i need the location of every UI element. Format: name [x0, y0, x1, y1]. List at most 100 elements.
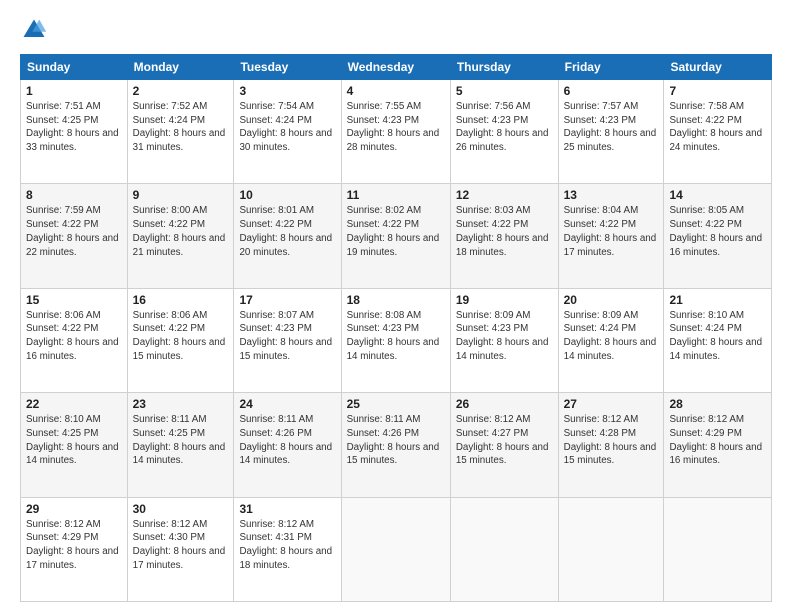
day-number: 19: [456, 293, 553, 307]
calendar-day-cell: 4 Sunrise: 7:55 AMSunset: 4:23 PMDayligh…: [341, 80, 450, 184]
calendar-day-cell: 16 Sunrise: 8:06 AMSunset: 4:22 PMDaylig…: [127, 288, 234, 392]
day-number: 15: [26, 293, 122, 307]
calendar-day-cell: 27 Sunrise: 8:12 AMSunset: 4:28 PMDaylig…: [558, 393, 664, 497]
calendar-day-cell: 6 Sunrise: 7:57 AMSunset: 4:23 PMDayligh…: [558, 80, 664, 184]
day-info: Sunrise: 8:03 AMSunset: 4:22 PMDaylight:…: [456, 205, 549, 257]
calendar-day-header: Wednesday: [341, 55, 450, 80]
calendar-day-cell: 20 Sunrise: 8:09 AMSunset: 4:24 PMDaylig…: [558, 288, 664, 392]
day-number: 10: [239, 188, 335, 202]
day-info: Sunrise: 8:12 AMSunset: 4:30 PMDaylight:…: [133, 519, 226, 571]
day-number: 2: [133, 84, 229, 98]
day-number: 25: [347, 397, 445, 411]
calendar-week-row: 1 Sunrise: 7:51 AMSunset: 4:25 PMDayligh…: [21, 80, 772, 184]
day-info: Sunrise: 7:57 AMSunset: 4:23 PMDaylight:…: [564, 101, 657, 153]
day-info: Sunrise: 7:54 AMSunset: 4:24 PMDaylight:…: [239, 101, 332, 153]
day-info: Sunrise: 7:52 AMSunset: 4:24 PMDaylight:…: [133, 101, 226, 153]
day-number: 29: [26, 502, 122, 516]
day-number: 26: [456, 397, 553, 411]
day-info: Sunrise: 8:12 AMSunset: 4:29 PMDaylight:…: [669, 414, 762, 466]
day-info: Sunrise: 7:59 AMSunset: 4:22 PMDaylight:…: [26, 205, 119, 257]
calendar-day-header: Monday: [127, 55, 234, 80]
day-info: Sunrise: 8:02 AMSunset: 4:22 PMDaylight:…: [347, 205, 440, 257]
calendar-day-cell: 19 Sunrise: 8:09 AMSunset: 4:23 PMDaylig…: [450, 288, 558, 392]
day-info: Sunrise: 8:06 AMSunset: 4:22 PMDaylight:…: [26, 310, 119, 362]
day-info: Sunrise: 8:06 AMSunset: 4:22 PMDaylight:…: [133, 310, 226, 362]
day-info: Sunrise: 8:11 AMSunset: 4:26 PMDaylight:…: [239, 414, 332, 466]
day-info: Sunrise: 8:09 AMSunset: 4:24 PMDaylight:…: [564, 310, 657, 362]
calendar-day-header: Saturday: [664, 55, 772, 80]
header: [20, 16, 772, 44]
day-number: 1: [26, 84, 122, 98]
calendar-day-cell: 23 Sunrise: 8:11 AMSunset: 4:25 PMDaylig…: [127, 393, 234, 497]
day-number: 4: [347, 84, 445, 98]
calendar-day-cell: 29 Sunrise: 8:12 AMSunset: 4:29 PMDaylig…: [21, 497, 128, 601]
day-number: 5: [456, 84, 553, 98]
day-number: 3: [239, 84, 335, 98]
day-number: 17: [239, 293, 335, 307]
day-number: 22: [26, 397, 122, 411]
calendar-week-row: 8 Sunrise: 7:59 AMSunset: 4:22 PMDayligh…: [21, 184, 772, 288]
day-number: 14: [669, 188, 766, 202]
calendar-day-cell: 15 Sunrise: 8:06 AMSunset: 4:22 PMDaylig…: [21, 288, 128, 392]
calendar-day-cell: 18 Sunrise: 8:08 AMSunset: 4:23 PMDaylig…: [341, 288, 450, 392]
day-number: 20: [564, 293, 659, 307]
calendar-day-cell: 3 Sunrise: 7:54 AMSunset: 4:24 PMDayligh…: [234, 80, 341, 184]
calendar-day-cell: 11 Sunrise: 8:02 AMSunset: 4:22 PMDaylig…: [341, 184, 450, 288]
calendar-day-cell: 31 Sunrise: 8:12 AMSunset: 4:31 PMDaylig…: [234, 497, 341, 601]
calendar-day-cell: [341, 497, 450, 601]
day-number: 24: [239, 397, 335, 411]
calendar-day-cell: 9 Sunrise: 8:00 AMSunset: 4:22 PMDayligh…: [127, 184, 234, 288]
calendar-day-cell: 21 Sunrise: 8:10 AMSunset: 4:24 PMDaylig…: [664, 288, 772, 392]
day-info: Sunrise: 8:04 AMSunset: 4:22 PMDaylight:…: [564, 205, 657, 257]
calendar-week-row: 15 Sunrise: 8:06 AMSunset: 4:22 PMDaylig…: [21, 288, 772, 392]
day-info: Sunrise: 8:07 AMSunset: 4:23 PMDaylight:…: [239, 310, 332, 362]
calendar-day-cell: 25 Sunrise: 8:11 AMSunset: 4:26 PMDaylig…: [341, 393, 450, 497]
day-info: Sunrise: 8:12 AMSunset: 4:29 PMDaylight:…: [26, 519, 119, 571]
day-number: 8: [26, 188, 122, 202]
calendar-day-cell: 10 Sunrise: 8:01 AMSunset: 4:22 PMDaylig…: [234, 184, 341, 288]
day-info: Sunrise: 8:00 AMSunset: 4:22 PMDaylight:…: [133, 205, 226, 257]
calendar-week-row: 29 Sunrise: 8:12 AMSunset: 4:29 PMDaylig…: [21, 497, 772, 601]
logo: [20, 16, 52, 44]
day-info: Sunrise: 8:10 AMSunset: 4:25 PMDaylight:…: [26, 414, 119, 466]
calendar-day-header: Sunday: [21, 55, 128, 80]
calendar-day-cell: 17 Sunrise: 8:07 AMSunset: 4:23 PMDaylig…: [234, 288, 341, 392]
day-number: 28: [669, 397, 766, 411]
calendar-day-cell: 1 Sunrise: 7:51 AMSunset: 4:25 PMDayligh…: [21, 80, 128, 184]
day-number: 16: [133, 293, 229, 307]
calendar-day-cell: 24 Sunrise: 8:11 AMSunset: 4:26 PMDaylig…: [234, 393, 341, 497]
day-number: 30: [133, 502, 229, 516]
logo-icon: [20, 16, 48, 44]
calendar-day-cell: 14 Sunrise: 8:05 AMSunset: 4:22 PMDaylig…: [664, 184, 772, 288]
calendar-header-row: SundayMondayTuesdayWednesdayThursdayFrid…: [21, 55, 772, 80]
calendar-day-header: Thursday: [450, 55, 558, 80]
calendar-table: SundayMondayTuesdayWednesdayThursdayFrid…: [20, 54, 772, 602]
day-info: Sunrise: 7:56 AMSunset: 4:23 PMDaylight:…: [456, 101, 549, 153]
calendar-day-cell: [664, 497, 772, 601]
day-number: 12: [456, 188, 553, 202]
day-info: Sunrise: 8:08 AMSunset: 4:23 PMDaylight:…: [347, 310, 440, 362]
day-number: 9: [133, 188, 229, 202]
day-info: Sunrise: 8:10 AMSunset: 4:24 PMDaylight:…: [669, 310, 762, 362]
day-number: 31: [239, 502, 335, 516]
day-number: 18: [347, 293, 445, 307]
day-info: Sunrise: 8:01 AMSunset: 4:22 PMDaylight:…: [239, 205, 332, 257]
calendar-day-header: Tuesday: [234, 55, 341, 80]
day-info: Sunrise: 8:12 AMSunset: 4:28 PMDaylight:…: [564, 414, 657, 466]
day-info: Sunrise: 7:51 AMSunset: 4:25 PMDaylight:…: [26, 101, 119, 153]
calendar-day-cell: [450, 497, 558, 601]
calendar-day-cell: [558, 497, 664, 601]
day-info: Sunrise: 8:11 AMSunset: 4:26 PMDaylight:…: [347, 414, 440, 466]
day-info: Sunrise: 8:09 AMSunset: 4:23 PMDaylight:…: [456, 310, 549, 362]
day-info: Sunrise: 8:12 AMSunset: 4:27 PMDaylight:…: [456, 414, 549, 466]
day-number: 21: [669, 293, 766, 307]
day-info: Sunrise: 7:58 AMSunset: 4:22 PMDaylight:…: [669, 101, 762, 153]
day-number: 13: [564, 188, 659, 202]
day-info: Sunrise: 8:11 AMSunset: 4:25 PMDaylight:…: [133, 414, 226, 466]
calendar-day-cell: 5 Sunrise: 7:56 AMSunset: 4:23 PMDayligh…: [450, 80, 558, 184]
calendar-day-cell: 28 Sunrise: 8:12 AMSunset: 4:29 PMDaylig…: [664, 393, 772, 497]
day-number: 27: [564, 397, 659, 411]
calendar-day-cell: 7 Sunrise: 7:58 AMSunset: 4:22 PMDayligh…: [664, 80, 772, 184]
calendar-day-cell: 8 Sunrise: 7:59 AMSunset: 4:22 PMDayligh…: [21, 184, 128, 288]
calendar-day-cell: 2 Sunrise: 7:52 AMSunset: 4:24 PMDayligh…: [127, 80, 234, 184]
